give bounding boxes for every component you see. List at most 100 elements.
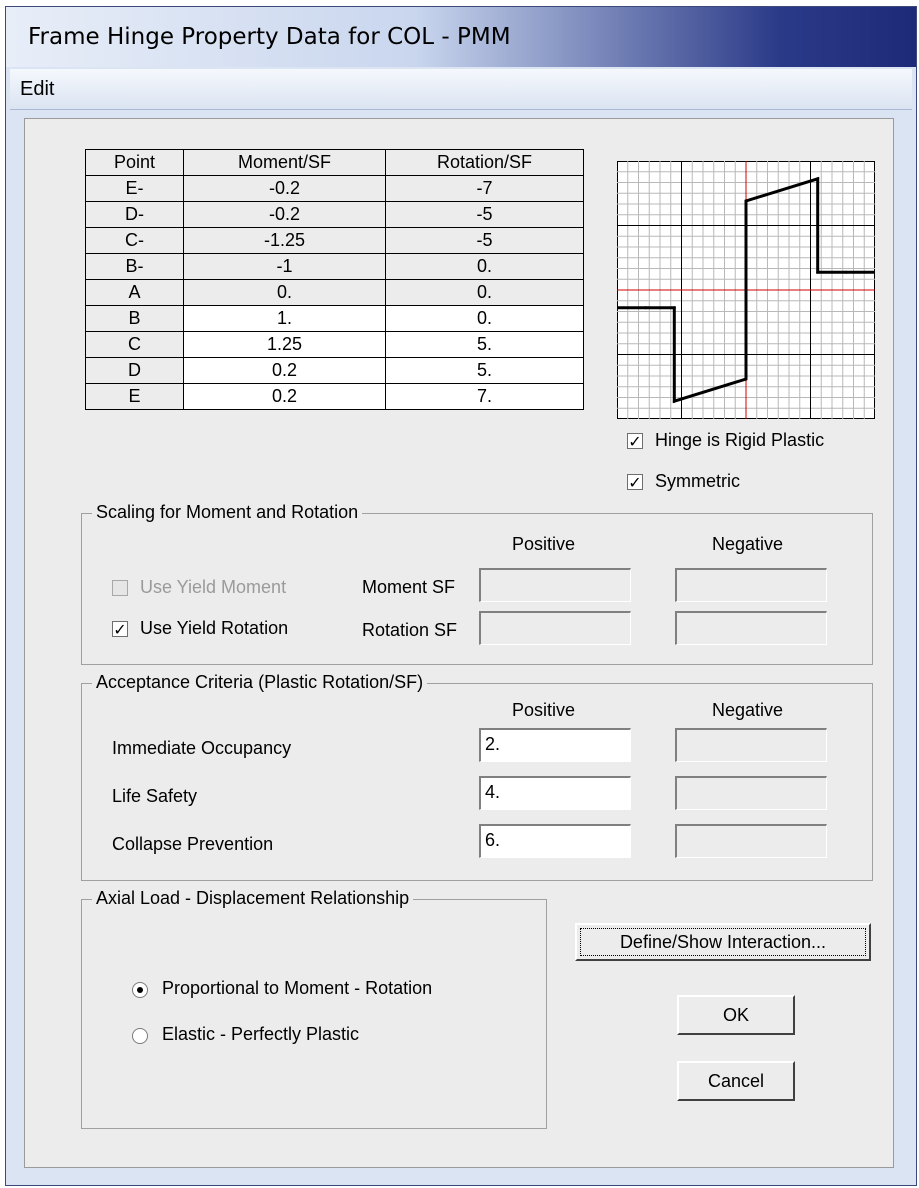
use-yield-moment-checkbox[interactable]: [112, 580, 128, 596]
moment-cell[interactable]: 1.25: [183, 331, 386, 358]
hinge-point-marker: [744, 377, 748, 381]
hinge-point-marker: [672, 306, 676, 310]
table-row: B 1. 0.: [85, 305, 584, 332]
point-cell: E: [85, 383, 184, 410]
hinge-point-marker: [844, 270, 848, 274]
life-safety-positive-field[interactable]: 4.: [479, 776, 631, 810]
scaling-group-title: Scaling for Moment and Rotation: [92, 502, 363, 523]
acceptance-group: Acceptance Criteria (Plastic Rotation/SF…: [81, 672, 873, 881]
menu-edit[interactable]: Edit: [20, 78, 54, 101]
hinge-point-marker: [816, 270, 820, 274]
acceptance-group-title: Acceptance Criteria (Plastic Rotation/SF…: [92, 672, 428, 693]
point-cell: B: [85, 305, 184, 332]
scaling-group: Scaling for Moment and Rotation Positive…: [81, 502, 873, 665]
moment-cell[interactable]: 0.2: [183, 357, 386, 384]
hinge-point-marker: [816, 177, 820, 181]
moment-cell[interactable]: -0.2: [183, 175, 386, 202]
life-safety-negative-field[interactable]: [675, 776, 827, 810]
point-cell: D-: [85, 201, 184, 228]
moment-cell[interactable]: 0.2: [183, 383, 386, 410]
column-header-moment: Moment/SF: [183, 149, 386, 176]
point-cell: A: [85, 279, 184, 306]
collapse-prevention-label: Collapse Prevention: [112, 834, 274, 854]
scaling-positive-header: Positive: [512, 534, 576, 554]
hinge-curve-plot: [617, 161, 875, 419]
rotation-cell[interactable]: -5: [385, 201, 584, 228]
table-row: C- -1.25 -5: [85, 227, 584, 254]
window-title: Frame Hinge Property Data for COL - PMM: [28, 24, 511, 50]
symmetric-checkbox[interactable]: ✓: [627, 474, 643, 491]
point-cell: C: [85, 331, 184, 358]
collapse-prevention-negative-field[interactable]: [675, 824, 827, 858]
rotation-cell[interactable]: 5.: [385, 331, 584, 358]
axial-load-group: Axial Load - Displacement Relationship P…: [81, 888, 547, 1129]
menu-bar: Edit: [10, 69, 912, 110]
hinge-point-marker: [672, 399, 676, 403]
dialog-client-area: Point Moment/SF Rotation/SF E- -0.2 -7 D…: [24, 118, 894, 1168]
moment-cell[interactable]: -1.25: [183, 227, 386, 254]
hinge-point-marker: [744, 288, 748, 292]
point-cell: D: [85, 357, 184, 384]
point-cell: E-: [85, 175, 184, 202]
elastic-plastic-radio[interactable]: [132, 1028, 148, 1044]
rotation-cell[interactable]: 5.: [385, 357, 584, 384]
axial-load-group-title: Axial Load - Displacement Relationship: [92, 888, 414, 909]
immediate-occupancy-positive-field[interactable]: 2.: [479, 728, 631, 762]
hinge-point-marker: [644, 306, 648, 310]
column-header-point: Point: [85, 149, 184, 176]
table-row: B- -1 0.: [85, 253, 584, 280]
collapse-prevention-positive-field[interactable]: 6.: [479, 824, 631, 858]
cancel-button[interactable]: Cancel: [677, 1061, 795, 1101]
table-row: E 0.2 7.: [85, 383, 584, 410]
symmetric-label: Symmetric: [655, 471, 740, 491]
proportional-label: Proportional to Moment - Rotation: [162, 978, 433, 998]
rotation-cell[interactable]: 0.: [385, 253, 584, 280]
ok-label: OK: [722, 1004, 749, 1025]
moment-sf-positive-field[interactable]: [479, 568, 631, 602]
moment-sf-label: Moment SF: [362, 577, 456, 597]
moment-cell[interactable]: 0.: [183, 279, 386, 306]
rotation-cell[interactable]: -7: [385, 175, 584, 202]
proportional-radio[interactable]: [132, 982, 148, 998]
rigid-plastic-label: Hinge is Rigid Plastic: [655, 430, 825, 450]
rotation-cell[interactable]: 7.: [385, 383, 584, 410]
use-yield-moment-label: Use Yield Moment: [140, 577, 287, 597]
rotation-sf-positive-field[interactable]: [479, 611, 631, 645]
ok-button[interactable]: OK: [677, 995, 795, 1035]
dialog-window: Frame Hinge Property Data for COL - PMM …: [5, 6, 917, 1186]
point-cell: C-: [85, 227, 184, 254]
elastic-plastic-label: Elastic - Perfectly Plastic: [162, 1024, 360, 1044]
immediate-occupancy-negative-field[interactable]: [675, 728, 827, 762]
cancel-label: Cancel: [707, 1070, 765, 1091]
immediate-occupancy-label: Immediate Occupancy: [112, 738, 292, 758]
table-row: A 0. 0.: [85, 279, 584, 306]
rotation-sf-label: Rotation SF: [362, 620, 458, 640]
table-row: C 1.25 5.: [85, 331, 584, 358]
table-header-row: Point Moment/SF Rotation/SF: [85, 149, 584, 176]
table-row: D- -0.2 -5: [85, 201, 584, 228]
point-cell: B-: [85, 253, 184, 280]
acceptance-positive-header: Positive: [512, 700, 576, 720]
moment-sf-negative-field[interactable]: [675, 568, 827, 602]
table-row: E- -0.2 -7: [85, 175, 584, 202]
hinge-points-table: Point Moment/SF Rotation/SF E- -0.2 -7 D…: [85, 149, 584, 410]
define-show-interaction-label: Define/Show Interaction...: [580, 928, 866, 956]
moment-cell[interactable]: -1: [183, 253, 386, 280]
use-yield-rotation-label: Use Yield Rotation: [140, 618, 289, 638]
life-safety-label: Life Safety: [112, 786, 198, 806]
moment-cell[interactable]: 1.: [183, 305, 386, 332]
acceptance-negative-header: Negative: [712, 700, 784, 720]
rotation-sf-negative-field[interactable]: [675, 611, 827, 645]
moment-cell[interactable]: -0.2: [183, 201, 386, 228]
rigid-plastic-checkbox[interactable]: ✓: [627, 433, 643, 450]
define-show-interaction-button[interactable]: Define/Show Interaction...: [575, 923, 871, 961]
table-row: D 0.2 5.: [85, 357, 584, 384]
use-yield-rotation-checkbox[interactable]: ✓: [112, 621, 128, 638]
title-bar[interactable]: Frame Hinge Property Data for COL - PMM: [6, 7, 916, 67]
hinge-point-marker: [744, 199, 748, 203]
rotation-cell[interactable]: 0.: [385, 305, 584, 332]
rotation-cell[interactable]: 0.: [385, 279, 584, 306]
scaling-negative-header: Negative: [712, 534, 784, 554]
rotation-cell[interactable]: -5: [385, 227, 584, 254]
column-header-rotation: Rotation/SF: [385, 149, 584, 176]
